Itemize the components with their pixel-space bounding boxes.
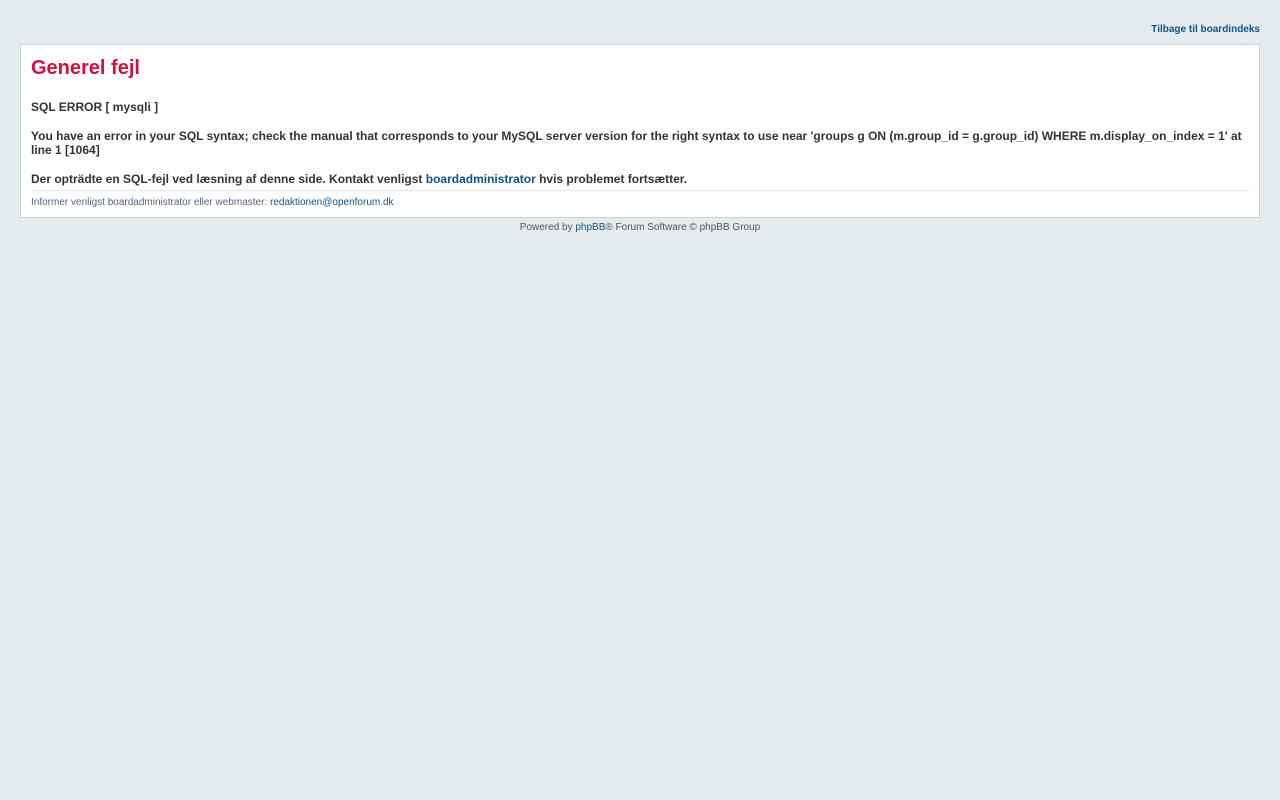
error-notice: Der opträdte en SQL-fejl ved læsning af … (31, 172, 1249, 186)
page-title: Generel fejl (31, 57, 140, 79)
footer: Powered by phpBB® Forum Software © phpBB… (0, 221, 1280, 234)
contact-line: Informer venligst boardadministrator ell… (31, 196, 394, 209)
phpbb-link[interactable]: phpBB (575, 222, 605, 233)
sql-error-detail: You have an error in your SQL syntax; ch… (31, 129, 1242, 157)
error-notice-prefix: Der opträdte en SQL-fejl ved læsning af … (31, 172, 426, 186)
divider (31, 190, 1249, 191)
board-admin-link[interactable]: boardadministrator (426, 172, 536, 186)
sql-error-label: SQL ERROR [ mysqli ] (31, 100, 159, 114)
error-notice-suffix: hvis problemet fortsætter. (535, 172, 688, 186)
contact-email-link[interactable]: redaktionen@openforum.dk (270, 197, 394, 208)
footer-copyright: ® Forum Software © phpBB Group (605, 222, 761, 233)
powered-by-text: Powered by (519, 222, 576, 233)
top-nav: Tilbage til boardindeks (1151, 23, 1260, 36)
error-panel: Generel fejl SQL ERROR [ mysqli ] You ha… (20, 44, 1260, 218)
contact-prefix: Informer venligst boardadministrator ell… (31, 197, 270, 208)
back-to-index-link[interactable]: Tilbage til boardindeks (1151, 24, 1260, 35)
